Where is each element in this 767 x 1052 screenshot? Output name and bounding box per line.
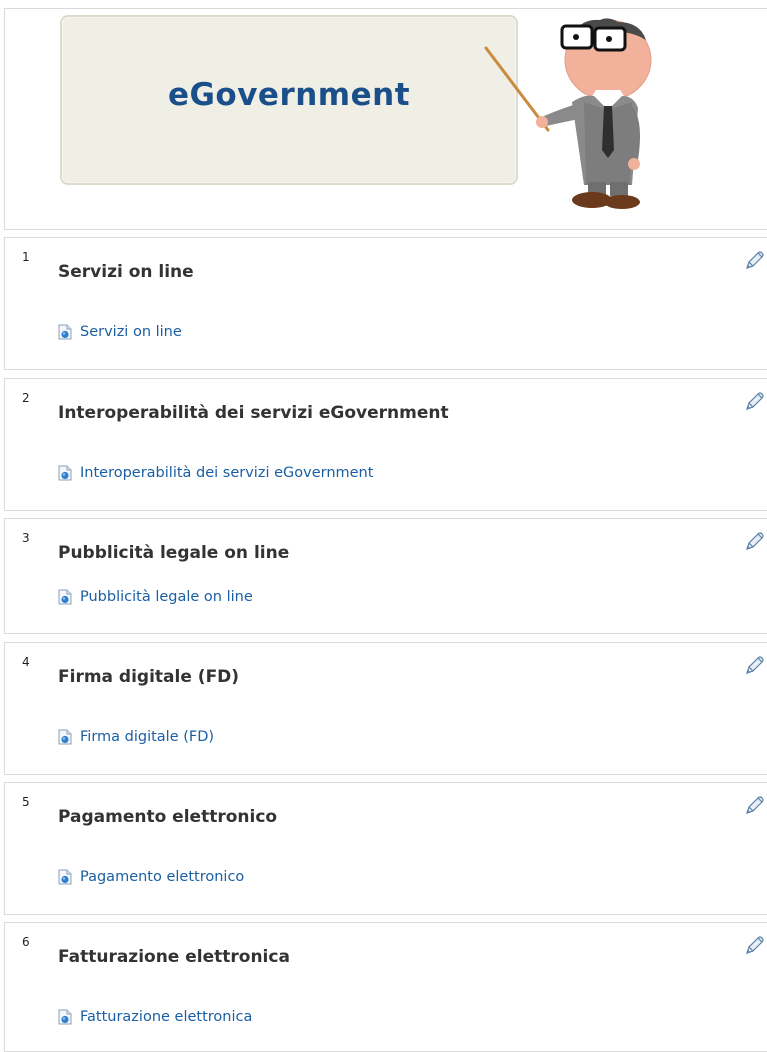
document-icon xyxy=(58,589,72,605)
course-section-3: 3 Pubblicità legale on line Pubblicità leg… xyxy=(4,518,767,634)
section-resource-link[interactable]: Servizi on line xyxy=(58,324,182,340)
section-number: 2 xyxy=(22,391,30,405)
section-resource-link[interactable]: Fatturazione elettronica xyxy=(58,1009,252,1025)
edit-pencil-icon[interactable] xyxy=(743,250,765,272)
section-number: 3 xyxy=(22,531,30,545)
document-icon xyxy=(58,324,72,340)
document-icon xyxy=(58,869,72,885)
section-title: Pagamento elettronico xyxy=(58,807,278,827)
resource-link-label: Fatturazione elettronica xyxy=(80,1009,253,1025)
section-resource-link[interactable]: Firma digitale (FD) xyxy=(58,729,214,745)
resource-link-label: Firma digitale (FD) xyxy=(80,729,215,745)
course-section-1: 1 Servizi on line Servizi on line xyxy=(4,237,767,370)
document-icon xyxy=(58,465,72,481)
section-resource-link[interactable]: Pagamento elettronico xyxy=(58,869,244,885)
banner-board: eGovernment xyxy=(60,15,518,185)
course-section-5: 5 Pagamento elettronico Pagamento elettron… xyxy=(4,782,767,915)
section-resource-link[interactable]: Pubblicità legale on line xyxy=(58,589,253,605)
document-icon xyxy=(58,1009,72,1025)
section-title: Servizi on line xyxy=(58,262,194,282)
section-title: Firma digitale (FD) xyxy=(58,667,240,687)
course-section-6: 6 Fatturazione elettronica Fatturazione el… xyxy=(4,922,767,1052)
resource-link-label: Interoperabilità dei servizi eGovernment xyxy=(80,465,374,481)
section-title: Interoperabilità dei servizi eGovernment xyxy=(58,403,449,423)
section-title: Fatturazione elettronica xyxy=(58,947,290,967)
course-section-4: 4 Firma digitale (FD) Firma digitale (FD) xyxy=(4,642,767,775)
section-number: 4 xyxy=(22,655,30,669)
resource-link-label: Pagamento elettronico xyxy=(80,869,245,885)
section-resource-link[interactable]: Interoperabilità dei servizi eGovernment xyxy=(58,465,373,481)
section-number: 6 xyxy=(22,935,30,949)
edit-pencil-icon[interactable] xyxy=(743,391,765,413)
course-section-2: 2 Interoperabilità dei servizi eGovernmen… xyxy=(4,378,767,511)
section-title: Pubblicità legale on line xyxy=(58,543,290,563)
edit-pencil-icon[interactable] xyxy=(743,531,765,553)
banner-title: eGovernment xyxy=(167,77,411,113)
section-number: 5 xyxy=(22,795,30,809)
edit-pencil-icon[interactable] xyxy=(743,935,765,957)
presenter-illustration xyxy=(484,18,652,209)
resource-link-label: Pubblicità legale on line xyxy=(80,589,253,605)
document-icon xyxy=(58,729,72,745)
edit-pencil-icon[interactable] xyxy=(743,655,765,677)
section-number: 1 xyxy=(22,250,30,264)
resource-link-label: Servizi on line xyxy=(80,324,182,340)
edit-pencil-icon[interactable] xyxy=(743,795,765,817)
